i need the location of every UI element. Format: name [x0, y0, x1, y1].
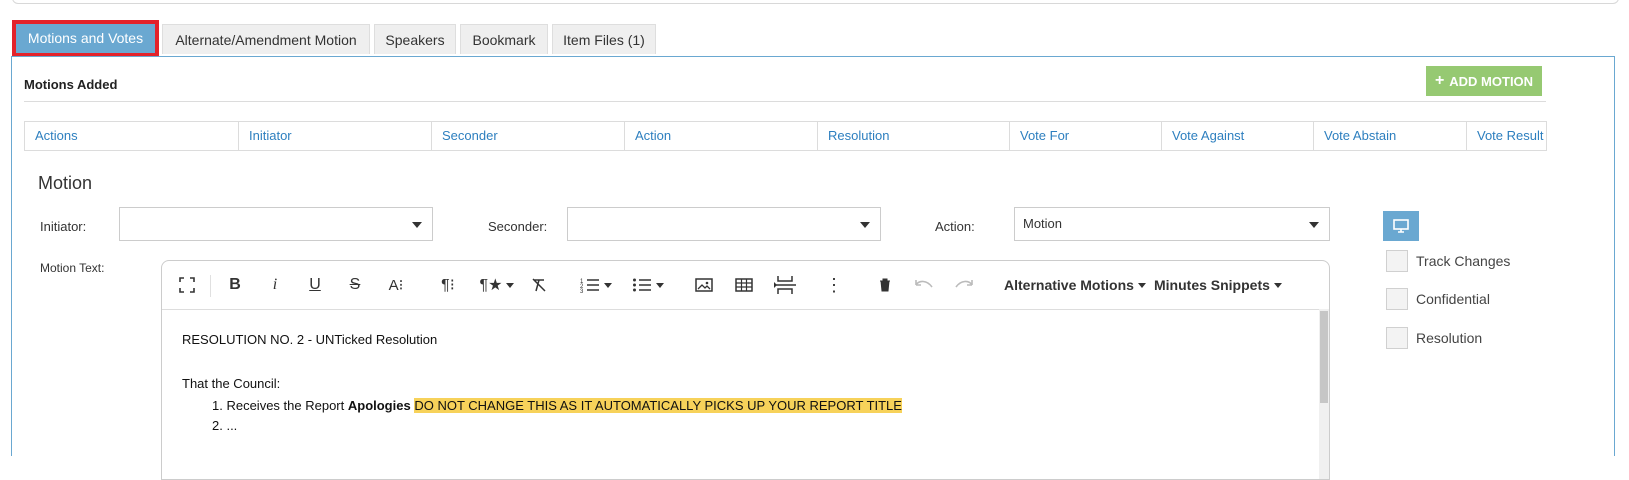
col-resolution[interactable]: Resolution — [818, 122, 1010, 150]
redo-icon[interactable] — [952, 273, 976, 297]
editor-content[interactable]: RESOLUTION NO. 2 - UNTicked Resolution T… — [182, 329, 902, 435]
chevron-down-icon — [860, 222, 870, 228]
unordered-list-icon[interactable] — [628, 273, 668, 297]
ordered-list-icon[interactable]: 123 — [576, 273, 616, 297]
seconder-select[interactable] — [567, 207, 881, 241]
col-seconder[interactable]: Seconder — [432, 122, 625, 150]
divider — [24, 101, 1546, 102]
content-line: RESOLUTION NO. 2 - UNTicked Resolution — [182, 332, 438, 347]
motion-text-editor[interactable]: B i U S A⁝ ¶⁝ ¶★ 123 ⋮ Alternative Motio… — [161, 260, 1330, 480]
monitor-button[interactable] — [1383, 211, 1419, 241]
col-vote-for[interactable]: Vote For — [1010, 122, 1162, 150]
action-label: Action: — [935, 219, 975, 234]
italic-icon[interactable]: i — [264, 273, 286, 297]
col-vote-result[interactable]: Vote Result — [1467, 122, 1546, 150]
resolution-option[interactable]: Resolution — [1386, 327, 1482, 349]
paragraph-format-icon[interactable]: ¶⁝ — [436, 273, 460, 297]
trash-icon[interactable] — [874, 273, 896, 297]
strikethrough-icon[interactable]: S — [344, 273, 366, 297]
confidential-label: Confidential — [1416, 291, 1490, 307]
action-value: Motion — [1023, 216, 1063, 231]
add-motion-label: ADD MOTION — [1449, 73, 1534, 89]
undo-icon[interactable] — [912, 273, 936, 297]
initiator-label: Initiator: — [40, 219, 87, 234]
motions-grid-header: Actions Initiator Seconder Action Resolu… — [24, 121, 1547, 151]
editor-toolbar: B i U S A⁝ ¶⁝ ¶★ 123 ⋮ Alternative Motio… — [162, 261, 1329, 310]
confidential-option[interactable]: Confidential — [1386, 288, 1490, 310]
col-actions[interactable]: Actions — [25, 122, 239, 150]
clear-formatting-icon[interactable] — [528, 273, 550, 297]
table-icon[interactable] — [732, 273, 756, 297]
confidential-checkbox[interactable] — [1386, 288, 1408, 310]
chevron-down-icon — [412, 222, 422, 228]
list-item: 1. Receives the Report Apologies DO NOT … — [182, 395, 902, 417]
top-frame — [12, 0, 1619, 4]
chevron-down-icon — [1309, 222, 1319, 228]
track-changes-checkbox[interactable] — [1386, 250, 1408, 272]
report-name: Apologies — [347, 398, 411, 413]
toolbar-separator — [210, 275, 211, 297]
editor-scrollbar[interactable] — [1319, 309, 1329, 479]
motion-title: Motion — [38, 173, 93, 193]
monitor-icon — [1393, 219, 1409, 233]
add-motion-button[interactable]: + ADD MOTION — [1426, 66, 1542, 96]
paragraph-style-icon[interactable]: ¶★ — [480, 273, 515, 297]
bold-icon[interactable]: B — [224, 273, 246, 297]
seconder-label: Seconder: — [488, 219, 548, 234]
content-line: That the Council: — [182, 376, 281, 391]
minutes-snippets-dropdown[interactable]: Minutes Snippets — [1154, 273, 1282, 297]
action-select[interactable]: Motion — [1014, 207, 1330, 241]
initiator-select[interactable] — [119, 207, 433, 241]
tab-alternate-amendment-motion[interactable]: Alternate/Amendment Motion — [162, 24, 370, 54]
alternative-motions-dropdown[interactable]: Alternative Motions — [1004, 273, 1146, 297]
list-item: 2. ... — [212, 418, 238, 433]
resolution-checkbox[interactable] — [1386, 327, 1408, 349]
tab-item-files[interactable]: Item Files (1) — [552, 24, 656, 54]
plus-icon: + — [1434, 72, 1445, 89]
track-changes-label: Track Changes — [1416, 253, 1511, 269]
motions-panel: Motions Added + ADD MOTION Actions Initi… — [11, 56, 1615, 480]
col-vote-abstain[interactable]: Vote Abstain — [1314, 122, 1467, 150]
svg-text:3: 3 — [580, 289, 584, 293]
col-vote-against[interactable]: Vote Against — [1162, 122, 1314, 150]
tab-speakers[interactable]: Speakers — [374, 24, 456, 54]
tab-bookmark[interactable]: Bookmark — [460, 24, 548, 54]
page-break-icon[interactable] — [772, 273, 798, 297]
underline-icon[interactable]: U — [304, 273, 326, 297]
track-changes-option[interactable]: Track Changes — [1386, 250, 1510, 272]
font-size-icon[interactable]: A⁝ — [384, 273, 408, 297]
motion-text-label: Motion Text: — [40, 261, 105, 275]
minutes-snippets-label: Minutes Snippets — [1154, 277, 1270, 293]
scrollbar-thumb[interactable] — [1320, 311, 1328, 403]
image-icon[interactable] — [692, 273, 716, 297]
alternative-motions-label: Alternative Motions — [1004, 277, 1134, 293]
col-action[interactable]: Action — [625, 122, 818, 150]
col-initiator[interactable]: Initiator — [239, 122, 432, 150]
more-icon[interactable]: ⋮ — [824, 273, 844, 297]
list-item-text: 1. Receives the Report — [212, 398, 348, 413]
fullscreen-icon[interactable] — [176, 273, 198, 297]
highlighted-text: DO NOT CHANGE THIS AS IT AUTOMATICALLY P… — [414, 398, 902, 413]
resolution-label: Resolution — [1416, 330, 1483, 346]
tab-motions-and-votes[interactable]: Motions and Votes — [12, 20, 159, 57]
motions-added-title: Motions Added — [24, 77, 118, 92]
